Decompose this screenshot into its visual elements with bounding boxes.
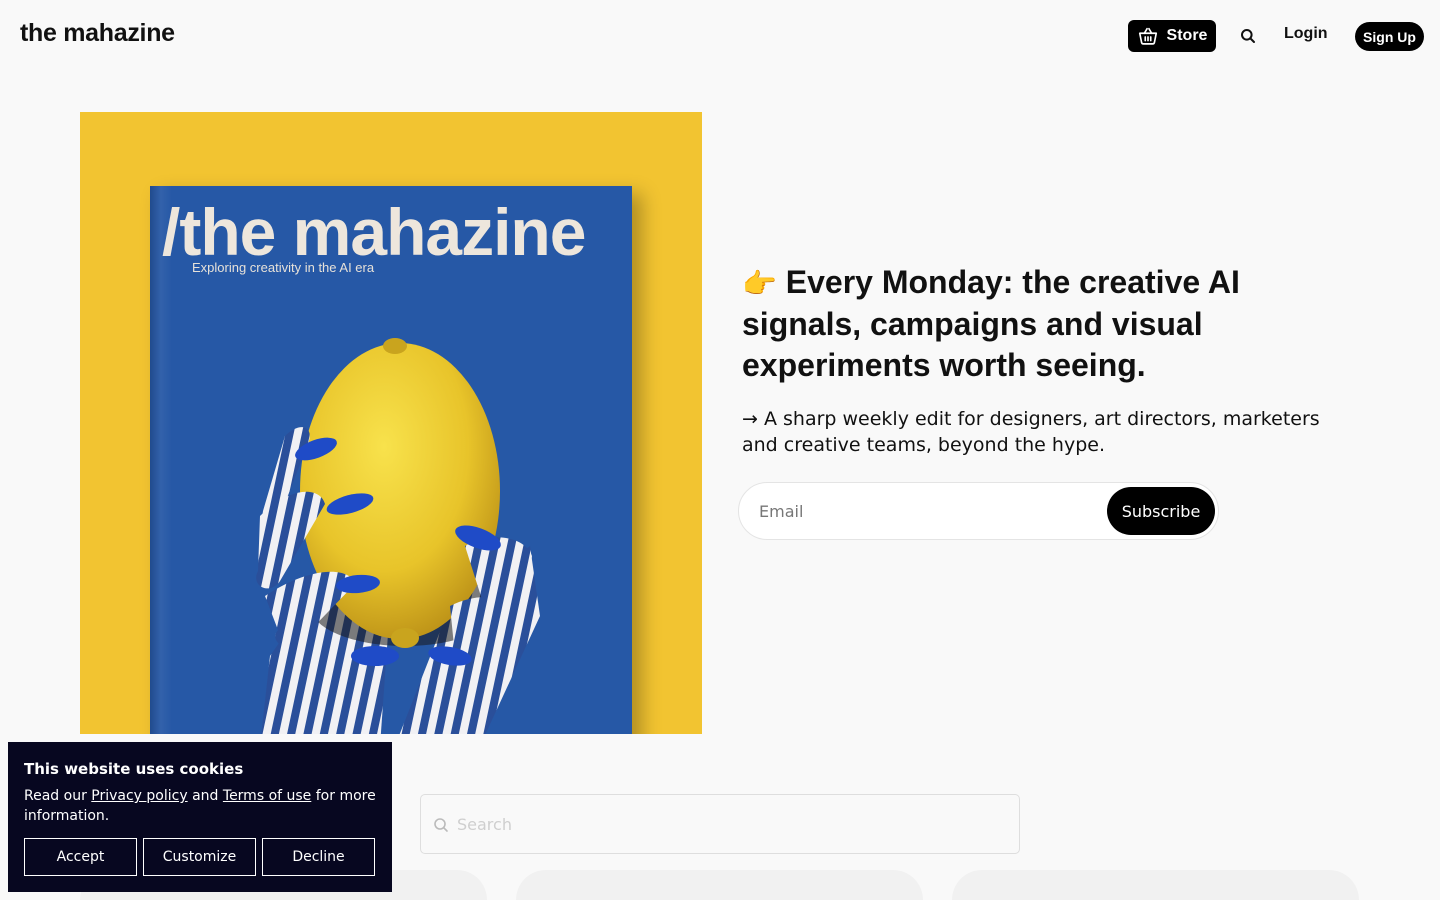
header-search-button[interactable] [1236, 24, 1260, 48]
search-icon [1241, 29, 1255, 43]
search-icon [434, 818, 448, 832]
pointing-hand-emoji: 👉 [742, 267, 777, 300]
content-search-input[interactable] [457, 795, 1007, 853]
store-button[interactable]: Store [1128, 20, 1216, 52]
signup-button[interactable]: Sign Up [1355, 22, 1424, 51]
cookie-customize-button[interactable]: Customize [143, 838, 256, 876]
article-card[interactable] [952, 870, 1359, 900]
hero-heading-text: Every Monday: the creative AI signals, c… [742, 264, 1240, 383]
hero-heading: 👉 Every Monday: the creative AI signals,… [742, 262, 1342, 386]
hero-cover-image: /the mahazine Exploring creativity in th… [80, 112, 702, 734]
login-link[interactable]: Login [1284, 25, 1328, 43]
cookie-banner-text: Read our Privacy policy and Terms of use… [24, 786, 376, 826]
subscribe-button[interactable]: Subscribe [1107, 487, 1215, 535]
cookie-accept-button[interactable]: Accept [24, 838, 137, 876]
cookie-decline-button[interactable]: Decline [262, 838, 375, 876]
cookie-banner-title: This website uses cookies [24, 760, 244, 778]
subscribe-form: Subscribe [738, 482, 1219, 540]
lemon-hands-illustration [256, 338, 540, 734]
cookie-text-middle: and [187, 788, 223, 804]
cookie-banner: This website uses cookies Read our Priva… [8, 742, 392, 892]
hero-subheading: → A sharp weekly edit for designers, art… [742, 408, 1320, 456]
site-header: the mahazine Store Login Sign Up [0, 0, 1440, 72]
cookie-text-before: Read our [24, 788, 92, 804]
cookie-button-group: Accept Customize Decline [24, 838, 375, 876]
store-label: Store [1166, 27, 1208, 44]
basket-icon [1138, 27, 1157, 45]
article-card[interactable] [516, 870, 923, 900]
content-search-bar [420, 794, 1020, 854]
site-logo[interactable]: the mahazine [20, 19, 175, 48]
terms-of-use-link[interactable]: Terms of use [223, 788, 311, 804]
privacy-policy-link[interactable]: Privacy policy [91, 788, 187, 804]
magazine-cover: /the mahazine Exploring creativity in th… [150, 186, 632, 734]
email-input[interactable] [759, 483, 1099, 539]
